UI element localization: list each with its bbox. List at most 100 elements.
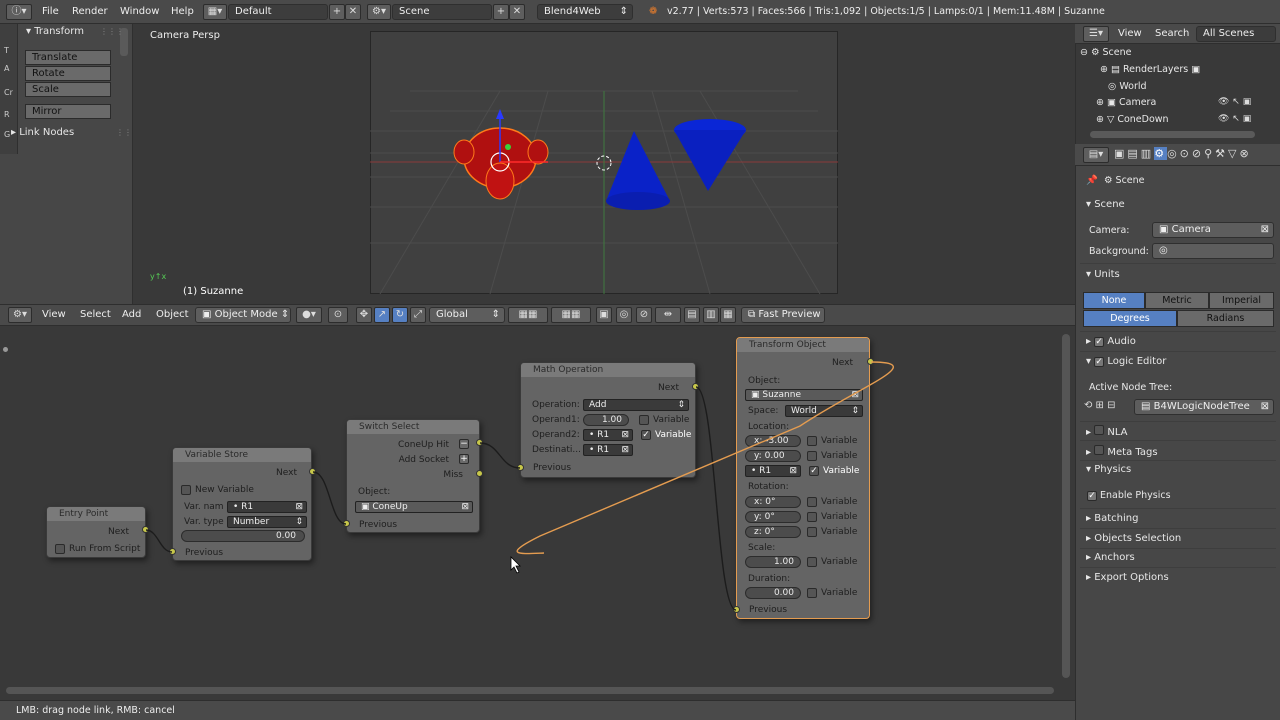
scale-manipulator-icon[interactable]: ⤢ — [410, 307, 426, 323]
menu-help[interactable]: Help — [171, 6, 194, 17]
outliner-menu-view[interactable]: View — [1118, 28, 1142, 39]
pin-icon[interactable]: 📌 — [1086, 175, 1098, 186]
input-socket[interactable] — [517, 464, 524, 471]
scene-icon[interactable]: ⚙▾ — [367, 4, 391, 20]
scale-button[interactable]: Scale — [25, 82, 111, 97]
lock-layers-icon[interactable]: ▣ — [596, 307, 612, 323]
location-y-field[interactable]: y: 0.00 — [745, 450, 801, 462]
scene-layers-icon[interactable]: ▦▦ — [508, 307, 548, 323]
shading-icon[interactable]: ●▾ — [296, 307, 322, 323]
panel-objects-selection-header[interactable]: ▸ Objects Selection — [1086, 533, 1181, 544]
space-select[interactable]: World ⇕ — [785, 405, 863, 417]
enable-physics-checkbox[interactable]: ✓ Enable Physics — [1087, 490, 1171, 501]
layout-icon[interactable]: ▦▾ — [203, 4, 227, 20]
node-title[interactable]: Switch Select — [347, 420, 479, 434]
mode-select[interactable]: ▣ Object Mode ⇕ — [195, 307, 291, 323]
duration-variable-checkbox[interactable] — [807, 588, 817, 598]
info-editor-icon[interactable]: ⓘ▾ — [6, 4, 32, 20]
remove-layout-icon[interactable]: ✕ — [345, 4, 361, 20]
outliner-editor-icon[interactable]: ☰▾ — [1083, 26, 1109, 42]
duration-field[interactable]: 0.00 — [745, 587, 801, 599]
outliner-item-renderlayers[interactable]: ⊕ ▤ RenderLayers ▣ — [1100, 64, 1200, 75]
panel-anchors-header[interactable]: ▸ Anchors — [1086, 552, 1135, 563]
add-scene-icon[interactable]: + — [493, 4, 509, 20]
node-title[interactable]: Entry Point — [47, 507, 145, 521]
node-switch-select[interactable]: Switch Select ConeUp Hit − Add Socket + … — [346, 419, 480, 533]
unit-imperial-button[interactable]: Imperial — [1209, 292, 1274, 309]
input-socket[interactable] — [343, 520, 350, 527]
node-menu-add[interactable]: Add — [122, 309, 141, 320]
tab-create[interactable]: Cr — [4, 88, 13, 97]
tab-animation[interactable]: A — [4, 64, 9, 73]
panel-nla-header[interactable]: ▸ NLA — [1086, 425, 1128, 438]
translate-manipulator-icon[interactable]: ↗ — [374, 307, 390, 323]
proportional-edit-icon[interactable]: ◎ — [616, 307, 632, 323]
value-field[interactable]: 0.00 — [181, 530, 305, 542]
operand2-variable-checkbox[interactable]: ✓ — [641, 430, 651, 440]
rotation-y-field[interactable]: y: 0° — [745, 511, 801, 523]
node-transform-object[interactable]: Transform Object Next Object: ▣ Suzanne ⊠… — [736, 337, 870, 619]
destination-field[interactable]: • R1 ⊠ — [583, 444, 633, 456]
radians-button[interactable]: Radians — [1177, 310, 1274, 327]
editor-type-icon[interactable]: ⚙▾ — [8, 307, 32, 323]
snap-icon[interactable]: ⊘ — [636, 307, 652, 323]
panel-logic-editor-header[interactable]: ▾ ✓ Logic Editor — [1086, 356, 1166, 367]
outliner-scrollbar[interactable] — [1090, 131, 1255, 138]
panel-batching-header[interactable]: ▸ Batching — [1086, 513, 1138, 524]
translate-button[interactable]: Translate — [25, 50, 111, 65]
transform-panel-header[interactable]: ▾ Transform — [26, 26, 84, 37]
scene-render[interactable] — [370, 31, 838, 294]
render-icon[interactable]: ▤ — [684, 307, 700, 323]
rotation-z-field[interactable]: z: 0° — [745, 526, 801, 538]
tab-tools[interactable]: T — [4, 46, 9, 55]
panel-export-options-header[interactable]: ▸ Export Options — [1086, 572, 1169, 583]
loc-y-variable-checkbox[interactable] — [807, 451, 817, 461]
panel-meta-tags-header[interactable]: ▸ Meta Tags — [1086, 445, 1158, 458]
output-socket-miss[interactable] — [476, 470, 483, 477]
node-tree-icons[interactable]: ⟲ ⊞ ⊟ — [1084, 400, 1116, 411]
output-socket[interactable] — [142, 526, 149, 533]
node-menu-object[interactable]: Object — [156, 309, 189, 320]
rot-x-variable-checkbox[interactable] — [807, 497, 817, 507]
node-variable-store[interactable]: Variable Store Next New Variable Var. na… — [172, 447, 312, 561]
output-socket[interactable] — [692, 383, 699, 390]
region-toggle-icon[interactable] — [3, 347, 8, 352]
degrees-button[interactable]: Degrees — [1083, 310, 1177, 327]
node-math-operation[interactable]: Math Operation Next Operation: Add ⇕ Oper… — [520, 362, 696, 478]
vertical-scrollbar[interactable] — [1062, 334, 1070, 678]
input-socket[interactable] — [733, 606, 740, 613]
object-field[interactable]: ▣ Suzanne ⊠ — [745, 389, 863, 401]
node-title[interactable]: Math Operation — [521, 363, 695, 377]
snap-element-icon[interactable]: ⇹ — [655, 307, 681, 323]
rotation-x-field[interactable]: x: 0° — [745, 496, 801, 508]
visibility-icons[interactable]: 👁 ↖ ▣ — [1218, 97, 1251, 107]
outliner-item-world[interactable]: ◎ World — [1108, 81, 1147, 92]
animation-render-icon[interactable]: ▦ — [720, 307, 736, 323]
menu-render[interactable]: Render — [72, 6, 108, 17]
output-socket[interactable] — [867, 358, 874, 365]
outliner-item-conedown[interactable]: ⊕ ▽ ConeDown — [1096, 114, 1169, 125]
panel-physics-header[interactable]: ▾ Physics — [1086, 464, 1131, 475]
link-nodes-panel-header[interactable]: ▸ Link Nodes — [11, 127, 74, 138]
location-z-field[interactable]: • R1 ⊠ — [745, 465, 801, 477]
opengl-render-icon[interactable]: ▥ — [703, 307, 719, 323]
camera-field[interactable]: ▣ Camera ⊠ — [1152, 222, 1274, 238]
layout-field[interactable]: Default — [228, 4, 328, 20]
var-type-select[interactable]: Number ⇕ — [227, 516, 307, 528]
rotate-manipulator-icon[interactable]: ↻ — [392, 307, 408, 323]
node-entry-point[interactable]: Entry Point Next Run From Script — [46, 506, 146, 558]
unit-metric-button[interactable]: Metric — [1145, 292, 1209, 309]
orientation-select[interactable]: Global ⇕ — [429, 307, 505, 323]
panel-scene-header[interactable]: ▾ Scene — [1086, 199, 1125, 210]
loc-z-variable-checkbox[interactable]: ✓ — [809, 466, 819, 476]
remove-socket-icon[interactable]: − — [459, 439, 469, 449]
render-engine-select[interactable]: Blend4Web ⇕ — [537, 4, 633, 20]
outliner-item-camera[interactable]: ⊕ ▣ Camera — [1096, 97, 1156, 108]
node-title[interactable]: Variable Store — [173, 448, 311, 462]
scene-field[interactable]: Scene — [392, 4, 492, 20]
visibility-icons[interactable]: 👁 ↖ ▣ — [1218, 114, 1251, 124]
input-socket[interactable] — [169, 548, 176, 555]
tab-grease-pencil[interactable]: G — [4, 130, 10, 139]
node-menu-select[interactable]: Select — [80, 309, 111, 320]
scale-field[interactable]: 1.00 — [745, 556, 801, 568]
